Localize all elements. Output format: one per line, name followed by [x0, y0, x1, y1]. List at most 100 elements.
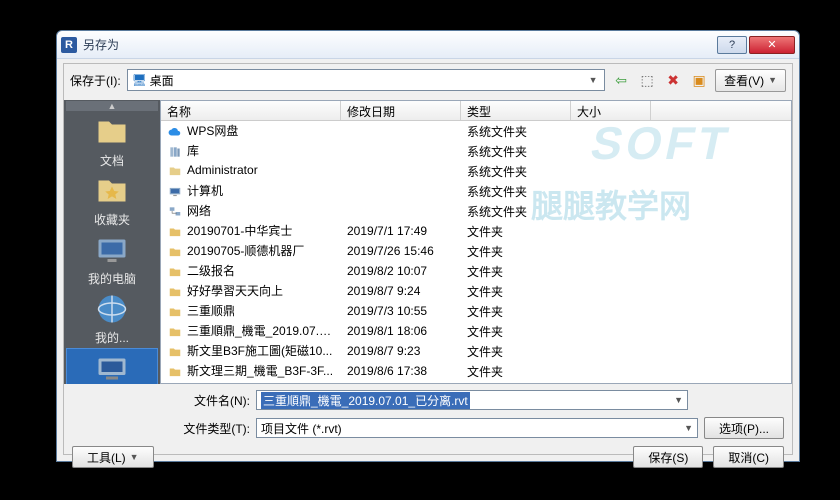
- chevron-down-icon: ▼: [684, 423, 693, 433]
- sidebar-item-my-computer[interactable]: 我的电脑: [66, 230, 158, 289]
- help-button[interactable]: ?: [717, 36, 747, 54]
- col-header-date[interactable]: 修改日期: [341, 101, 461, 120]
- col-header-size[interactable]: 大小: [571, 101, 651, 120]
- table-row[interactable]: 好好學習天天向上2019/8/7 9:24文件夹: [161, 281, 791, 301]
- dialog-title: 另存为: [83, 36, 715, 53]
- net-icon: [167, 204, 183, 220]
- documents-icon: [94, 114, 130, 150]
- file-name: Administrator: [187, 163, 258, 177]
- delete-icon[interactable]: ✖: [663, 70, 683, 90]
- sidebar-item-label: 收藏夹: [94, 211, 130, 228]
- col-header-type[interactable]: 类型: [461, 101, 571, 120]
- sidebar-scroll-up[interactable]: ▲: [66, 101, 158, 111]
- location-dropdown[interactable]: 🖥 桌面 ▼: [127, 69, 605, 91]
- up-folder-icon[interactable]: ⬚: [637, 70, 657, 90]
- table-row[interactable]: 20190705-顺德机器厂2019/7/26 15:46文件夹: [161, 241, 791, 261]
- cancel-button[interactable]: 取消(C): [713, 446, 784, 468]
- folder-icon: [167, 284, 183, 300]
- lib-icon: [167, 144, 183, 160]
- save-button[interactable]: 保存(S): [633, 446, 703, 468]
- table-row[interactable]: 斯文里B3F施工圖(矩磁10...2019/8/7 9:23文件夹: [161, 341, 791, 361]
- sidebar-item-label: 文档: [100, 152, 124, 169]
- file-type: 系统文件夹: [461, 203, 571, 220]
- file-name: 计算机: [187, 184, 223, 198]
- sidebar-item-documents[interactable]: 文档: [66, 112, 158, 171]
- chevron-down-icon: ▼: [674, 395, 683, 405]
- file-name: 三重順鼎_機電_2019.07.0...: [187, 324, 336, 338]
- places-sidebar: ▲ 文档 收藏夹 我的电脑 我的...: [64, 100, 160, 384]
- desktop-icon: [94, 351, 130, 384]
- cloud-icon: [167, 124, 183, 140]
- sidebar-item-favorites[interactable]: 收藏夹: [66, 171, 158, 230]
- file-type: 文件夹: [461, 363, 571, 380]
- sidebar-item-network[interactable]: 我的...: [66, 289, 158, 348]
- location-value: 桌面: [150, 72, 174, 89]
- filetype-value: 项目文件 (*.rvt): [261, 420, 342, 437]
- table-row[interactable]: 二级报名2019/8/2 10:07文件夹: [161, 261, 791, 281]
- file-name: 20190705-顺德机器厂: [187, 244, 304, 258]
- column-headers: 名称 修改日期 类型 大小: [161, 101, 791, 121]
- table-row[interactable]: Administrator 系统文件夹: [161, 161, 791, 181]
- back-icon[interactable]: ⇦: [611, 70, 631, 90]
- view-button-label: 查看(V): [724, 72, 764, 89]
- titlebar: R 另存为 ? ✕: [57, 31, 799, 59]
- file-name: 三重顺鼎: [187, 304, 235, 318]
- table-row[interactable]: 斯文理三期_機電_B3F-3F... 2019/8/6 17:38文件夹: [161, 361, 791, 381]
- filename-input[interactable]: 三重順鼎_機電_2019.07.01_已分离.rvt ▼: [256, 390, 688, 410]
- dialog-content: 保存于(I): 🖥 桌面 ▼ ⇦ ⬚ ✖ ▣ 查看(V) ▼ ▲: [63, 63, 793, 455]
- folder-icon: [167, 324, 183, 340]
- file-type: 文件夹: [461, 303, 571, 320]
- app-icon: R: [61, 37, 77, 53]
- save-in-label: 保存于(I):: [70, 72, 121, 89]
- close-button[interactable]: ✕: [749, 36, 795, 54]
- file-name: 20190701-中华宾士: [187, 224, 292, 238]
- file-type: 系统文件夹: [461, 183, 571, 200]
- file-date: 2019/8/6 17:38: [341, 364, 461, 378]
- table-row[interactable]: 库系统文件夹: [161, 141, 791, 161]
- filetype-dropdown[interactable]: 项目文件 (*.rvt) ▼: [256, 418, 698, 438]
- folder-icon: [167, 364, 183, 380]
- file-type: 文件夹: [461, 343, 571, 360]
- table-row[interactable]: 三重順鼎_機電_2019.07.0... 2019/8/1 18:06文件夹: [161, 321, 791, 341]
- file-date: 2019/8/2 10:07: [341, 264, 461, 278]
- folder-icon: [167, 264, 183, 280]
- tools-button[interactable]: 工具(L) ▼: [72, 446, 154, 468]
- filename-value: 三重順鼎_機電_2019.07.01_已分离.rvt: [261, 392, 470, 409]
- file-type: 系统文件夹: [461, 123, 571, 140]
- file-type: 系统文件夹: [461, 143, 571, 160]
- folder-icon: [167, 344, 183, 360]
- save-as-dialog: R 另存为 ? ✕ 保存于(I): 🖥 桌面 ▼ ⇦ ⬚ ✖ ▣ 查看(V) ▼: [56, 30, 800, 462]
- table-row[interactable]: 三重顺鼎2019/7/3 10:55文件夹: [161, 301, 791, 321]
- sidebar-item-label: 我的电脑: [88, 270, 136, 287]
- computer-icon: [94, 232, 130, 268]
- table-row[interactable]: WPS网盘 系统文件夹: [161, 121, 791, 141]
- table-row[interactable]: 网络 系统文件夹: [161, 201, 791, 221]
- file-name: 斯文里B3F施工圖(矩磁10...: [187, 344, 332, 358]
- file-name: WPS网盘: [187, 124, 238, 138]
- file-name: 网络: [187, 204, 211, 218]
- view-button[interactable]: 查看(V) ▼: [715, 69, 786, 92]
- filetype-label: 文件类型(T):: [164, 420, 250, 437]
- file-type: 文件夹: [461, 223, 571, 240]
- options-button[interactable]: 选项(P)...: [704, 417, 784, 439]
- file-name: 好好學習天天向上: [187, 284, 283, 298]
- chevron-down-icon: ▼: [768, 75, 777, 85]
- tools-button-label: 工具(L): [87, 449, 126, 466]
- desktop-icon: 🖥: [132, 73, 146, 87]
- file-type: 系统文件夹: [461, 163, 571, 180]
- table-row[interactable]: 20190701-中华宾士 2019/7/1 17:49文件夹: [161, 221, 791, 241]
- file-list: SOFT 腿腿教学网 名称 修改日期 类型 大小 WPS网盘系统文件夹库系统文件…: [160, 100, 792, 384]
- file-type: 文件夹: [461, 243, 571, 260]
- file-date: 2019/7/1 17:49: [341, 224, 461, 238]
- table-row[interactable]: 计算机 系统文件夹: [161, 181, 791, 201]
- user-icon: [167, 163, 183, 179]
- sidebar-item-desktop[interactable]: 桌面: [66, 348, 158, 384]
- file-name: 斯文理三期_機電_B3F-3F...: [187, 364, 333, 378]
- col-header-name[interactable]: 名称: [161, 101, 341, 120]
- folder-icon: [167, 304, 183, 320]
- file-type: 文件夹: [461, 323, 571, 340]
- filename-label: 文件名(N):: [164, 392, 250, 409]
- file-date: 2019/8/1 18:06: [341, 324, 461, 338]
- file-type: 文件夹: [461, 283, 571, 300]
- new-folder-icon[interactable]: ▣: [689, 70, 709, 90]
